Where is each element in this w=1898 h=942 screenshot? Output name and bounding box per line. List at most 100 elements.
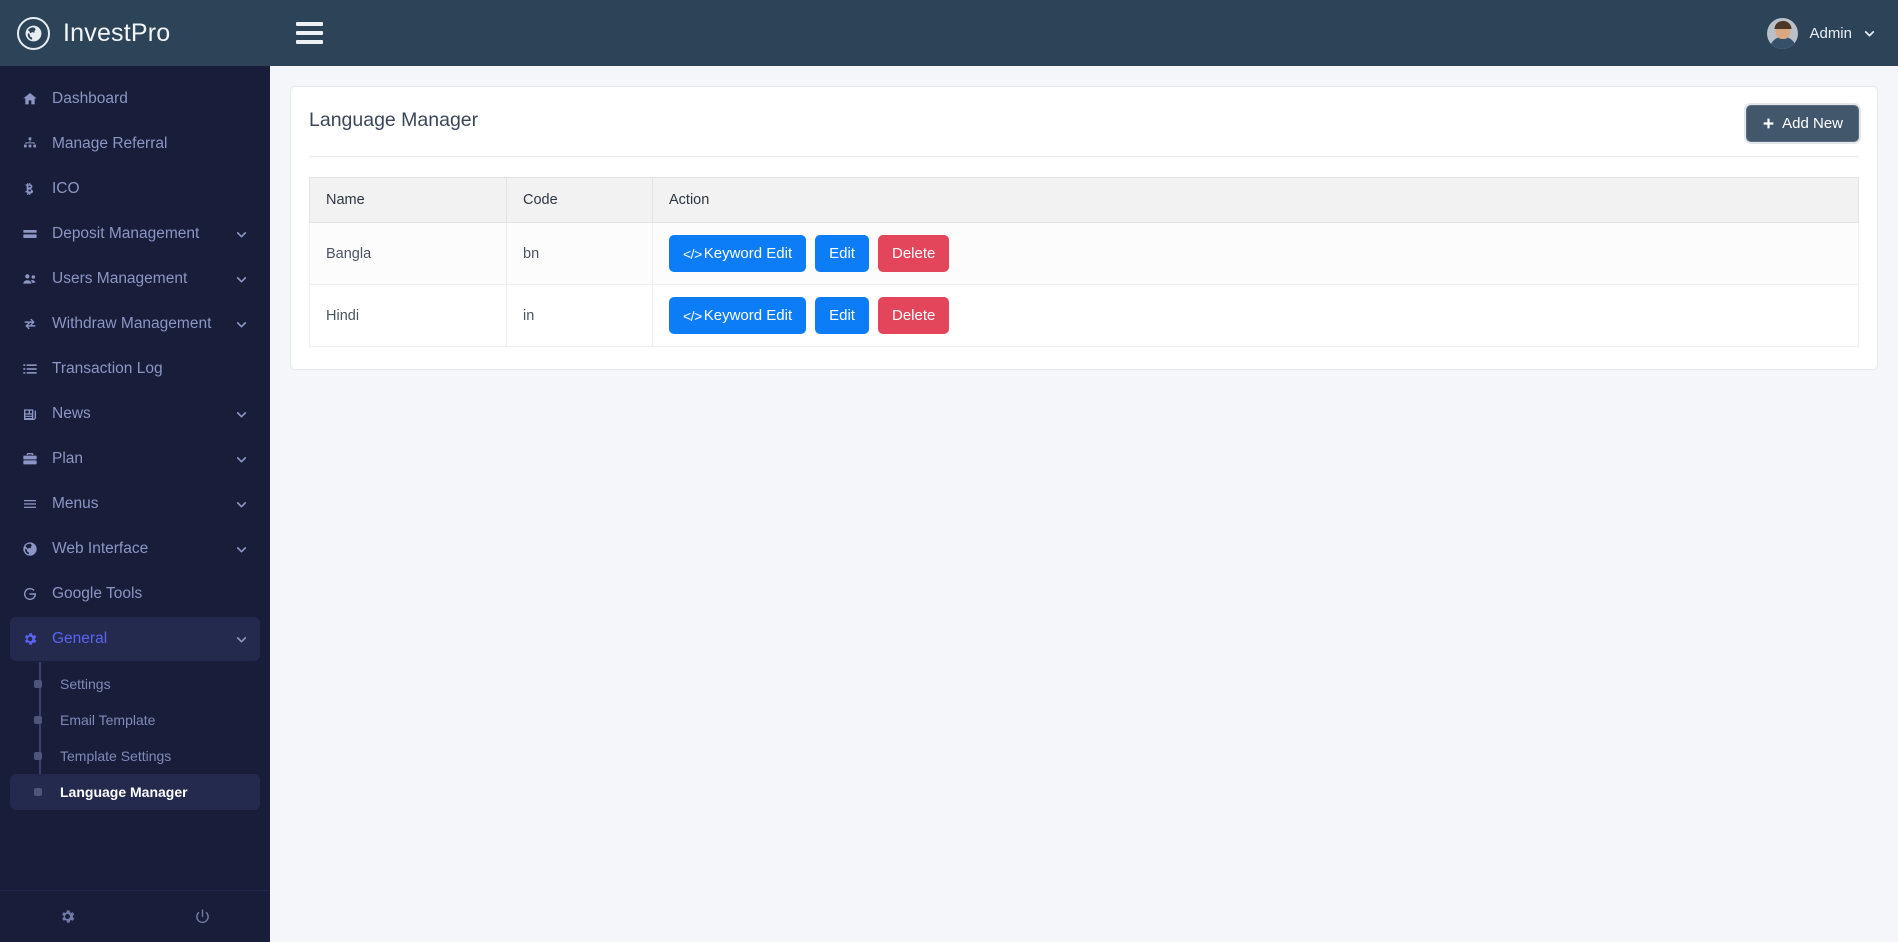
keyword-edit-label: Keyword Edit	[703, 245, 793, 262]
add-new-button[interactable]: Add New	[1746, 105, 1859, 142]
sidebar-item-deposit-management[interactable]: Deposit Management	[10, 212, 260, 256]
chevron-down-icon[interactable]	[235, 633, 248, 646]
edit-button[interactable]: Edit	[815, 235, 869, 272]
column-header-code: Code	[506, 177, 653, 223]
list-icon	[22, 361, 52, 377]
sidebar-item-withdraw-management[interactable]: Withdraw Management	[10, 302, 260, 346]
sidebar-item-plan[interactable]: Plan	[10, 437, 260, 481]
globe-icon	[22, 541, 52, 557]
delete-button[interactable]: Delete	[877, 297, 950, 334]
sidebar-item-label: Web Interface	[52, 540, 149, 557]
cell-name: Hindi	[309, 284, 507, 347]
cell-code: in	[506, 284, 653, 347]
bullet-icon	[34, 752, 42, 760]
gear-icon	[22, 631, 52, 647]
language-manager-card: Language Manager Add New Name Code Actio	[290, 86, 1878, 370]
exchange-icon	[22, 316, 52, 332]
sidebar-subitem-template-settings[interactable]: Template Settings	[10, 738, 260, 774]
delete-label: Delete	[891, 245, 936, 262]
briefcase-icon	[22, 451, 52, 467]
edit-button[interactable]: Edit	[815, 297, 869, 334]
page-title: Language Manager	[309, 109, 479, 131]
credit-card-icon	[22, 226, 52, 242]
table-row: Hindi in </> Keyword Edit Edit Delete	[309, 284, 1859, 347]
sidebar-item-label: General	[52, 630, 108, 647]
keyword-edit-button[interactable]: </> Keyword Edit	[669, 297, 807, 334]
column-header-action: Action	[652, 177, 1859, 223]
topbar: Admin	[270, 0, 1898, 66]
sidebar-subitem-settings[interactable]: Settings	[10, 666, 260, 702]
table-header-row: Name Code Action	[309, 177, 1859, 223]
chevron-down-icon[interactable]	[235, 543, 248, 556]
sidebar-item-menus[interactable]: Menus	[10, 482, 260, 526]
app-root: InvestPro Dashboard Manage Referral ICO Dep…	[0, 0, 1898, 942]
sidebar-subitem-label: Language Manager	[60, 784, 188, 800]
sidebar-item-users-management[interactable]: Users Management	[10, 257, 260, 301]
bullet-icon	[34, 788, 42, 796]
sidebar-item-label: News	[52, 405, 91, 422]
bullet-icon	[34, 680, 42, 688]
google-icon	[22, 586, 52, 602]
code-icon: </>	[683, 245, 702, 262]
delete-button[interactable]: Delete	[877, 235, 950, 272]
cell-actions: </> Keyword Edit Edit Delete	[652, 222, 1859, 285]
sidebar-item-label: Deposit Management	[52, 225, 200, 242]
sidebar-item-label: Menus	[52, 495, 99, 512]
main-area: Admin Language Manager Add New Name Code…	[270, 0, 1898, 942]
keyword-edit-label: Keyword Edit	[703, 307, 793, 324]
sidebar-nav: Dashboard Manage Referral ICO Deposit Manag…	[0, 66, 270, 890]
chevron-down-icon[interactable]	[235, 453, 248, 466]
sidebar-footer	[0, 890, 270, 942]
sidebar-item-label: Users Management	[52, 270, 188, 287]
plus-icon	[1762, 117, 1775, 130]
home-icon	[22, 91, 52, 107]
sidebar-item-news[interactable]: News	[10, 392, 260, 436]
edit-label: Edit	[829, 245, 855, 262]
hamburger-icon[interactable]	[294, 18, 325, 48]
sidebar-subitem-label: Settings	[60, 676, 111, 692]
sidebar-item-web-interface[interactable]: Web Interface	[10, 527, 260, 571]
sidebar-subitem-email-template[interactable]: Email Template	[10, 702, 260, 738]
sidebar-item-transaction-log[interactable]: Transaction Log	[10, 347, 260, 391]
power-icon[interactable]	[135, 908, 270, 925]
globe-icon	[17, 16, 50, 50]
sidebar-item-general[interactable]: General	[10, 617, 260, 661]
bullet-icon	[34, 716, 42, 724]
avatar	[1767, 17, 1799, 49]
sidebar: InvestPro Dashboard Manage Referral ICO Dep…	[0, 0, 270, 942]
code-icon: </>	[683, 307, 702, 324]
sidebar-item-label: Plan	[52, 450, 84, 467]
edit-label: Edit	[829, 307, 855, 324]
keyword-edit-button[interactable]: </> Keyword Edit	[669, 235, 807, 272]
table-head: Name Code Action	[309, 177, 1859, 223]
user-menu[interactable]: Admin	[1767, 17, 1876, 49]
settings-icon[interactable]	[0, 908, 135, 925]
sidebar-item-ico[interactable]: ICO	[10, 167, 260, 211]
sidebar-subitem-language-manager[interactable]: Language Manager	[10, 774, 260, 810]
column-header-name: Name	[309, 177, 507, 223]
sidebar-item-label: Google Tools	[52, 585, 143, 602]
cell-name: Bangla	[309, 222, 507, 285]
brand[interactable]: InvestPro	[0, 0, 270, 66]
chevron-down-icon[interactable]	[235, 228, 248, 241]
chevron-down-icon[interactable]	[235, 498, 248, 511]
newspaper-icon	[22, 406, 52, 422]
languages-table: Name Code Action Bangla bn </> Keyword Edit…	[309, 177, 1859, 347]
table-row: Bangla bn </> Keyword Edit Edit Delete	[309, 222, 1859, 285]
cell-code: bn	[506, 222, 653, 285]
sidebar-item-manage-referral[interactable]: Manage Referral	[10, 122, 260, 166]
sidebar-item-dashboard[interactable]: Dashboard	[10, 77, 260, 121]
sidebar-item-google-tools[interactable]: Google Tools	[10, 572, 260, 616]
card-header: Language Manager Add New	[309, 105, 1859, 157]
sidebar-subitem-label: Email Template	[60, 712, 156, 728]
chevron-down-icon[interactable]	[235, 408, 248, 421]
sitemap-icon	[22, 136, 52, 152]
content-area: Language Manager Add New Name Code Actio	[270, 66, 1898, 942]
chevron-down-icon[interactable]	[235, 273, 248, 286]
user-name: Admin	[1809, 24, 1852, 42]
brand-name: InvestPro	[63, 18, 171, 47]
table-body: Bangla bn </> Keyword Edit Edit Delete Hindi in…	[309, 222, 1859, 347]
chevron-down-icon	[1863, 27, 1876, 40]
bars-icon	[22, 496, 52, 512]
chevron-down-icon[interactable]	[235, 318, 248, 331]
